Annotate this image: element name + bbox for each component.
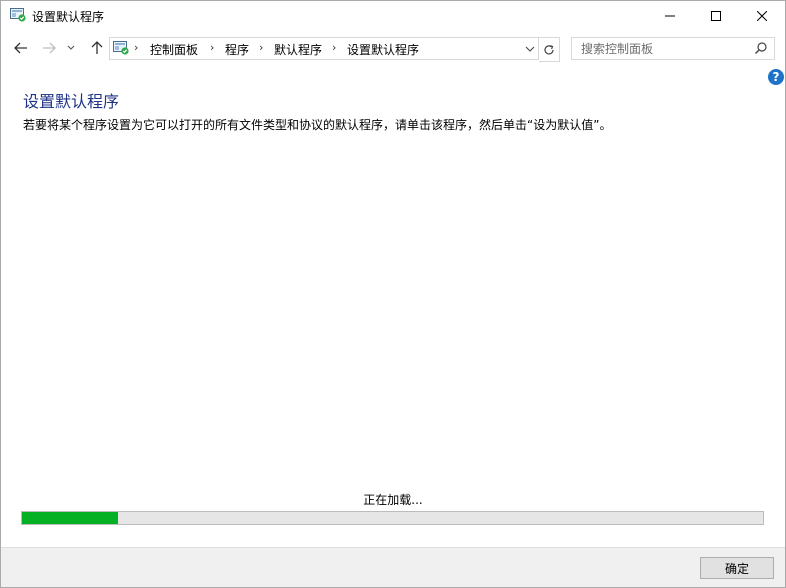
refresh-icon	[544, 44, 554, 54]
chevron-right-icon[interactable]: ›	[259, 41, 263, 54]
forward-button[interactable]	[39, 39, 59, 57]
close-icon	[757, 11, 767, 21]
navigation-bar: › 控制面板 › 程序 › 默认程序 › 设置默认程序	[1, 31, 785, 65]
minimize-button[interactable]	[647, 1, 693, 31]
address-bar[interactable]: › 控制面板 › 程序 › 默认程序 › 设置默认程序	[109, 37, 539, 60]
search-box[interactable]	[571, 37, 775, 60]
recent-locations-button[interactable]	[64, 39, 78, 57]
address-dropdown-button[interactable]	[522, 38, 538, 59]
refresh-button[interactable]	[539, 37, 560, 62]
breadcrumb-set-default-programs[interactable]: 设置默认程序	[347, 41, 419, 58]
breadcrumb-control-panel[interactable]: 控制面板	[150, 41, 198, 58]
up-arrow-icon	[91, 41, 103, 54]
dialog-footer: 确定	[1, 547, 785, 587]
chevron-right-icon[interactable]: ›	[332, 41, 336, 54]
close-button[interactable]	[739, 1, 785, 31]
back-button[interactable]	[11, 39, 31, 57]
loading-progress-bar	[21, 511, 764, 525]
page-title: 设置默认程序	[23, 92, 120, 111]
maximize-button[interactable]	[693, 1, 739, 31]
window-title: 设置默认程序	[32, 10, 105, 24]
forward-arrow-icon	[43, 42, 56, 54]
breadcrumb-default-programs[interactable]: 默认程序	[274, 41, 322, 58]
progress-fill	[22, 512, 119, 524]
breadcrumb-programs[interactable]: 程序	[225, 41, 249, 58]
help-icon[interactable]: ?	[768, 69, 784, 85]
minimize-icon	[665, 15, 675, 17]
maximize-icon	[711, 11, 721, 21]
chevron-right-icon[interactable]: ›	[210, 41, 214, 54]
search-icon[interactable]	[754, 41, 768, 55]
settings-window: 设置默认程序 › 控制面板 › 程序 › 默认程序 › 设置默认程序 搜索控制面…	[0, 0, 786, 588]
up-button[interactable]	[87, 39, 107, 57]
chevron-down-icon	[67, 45, 75, 50]
page-description: 若要将某个程序设置为它可以打开的所有文件类型和协议的默认程序，请单击该程序，然后…	[23, 118, 612, 132]
title-bar[interactable]: 设置默认程序	[1, 1, 785, 31]
control-panel-icon	[113, 41, 129, 55]
chevron-right-icon[interactable]: ›	[134, 41, 138, 54]
search-input[interactable]	[572, 38, 751, 59]
chevron-down-icon	[525, 46, 535, 52]
control-panel-app-icon	[10, 8, 26, 22]
loading-status-text: 正在加载...	[363, 493, 423, 507]
back-arrow-icon	[14, 42, 27, 54]
ok-button[interactable]: 确定	[700, 557, 774, 579]
